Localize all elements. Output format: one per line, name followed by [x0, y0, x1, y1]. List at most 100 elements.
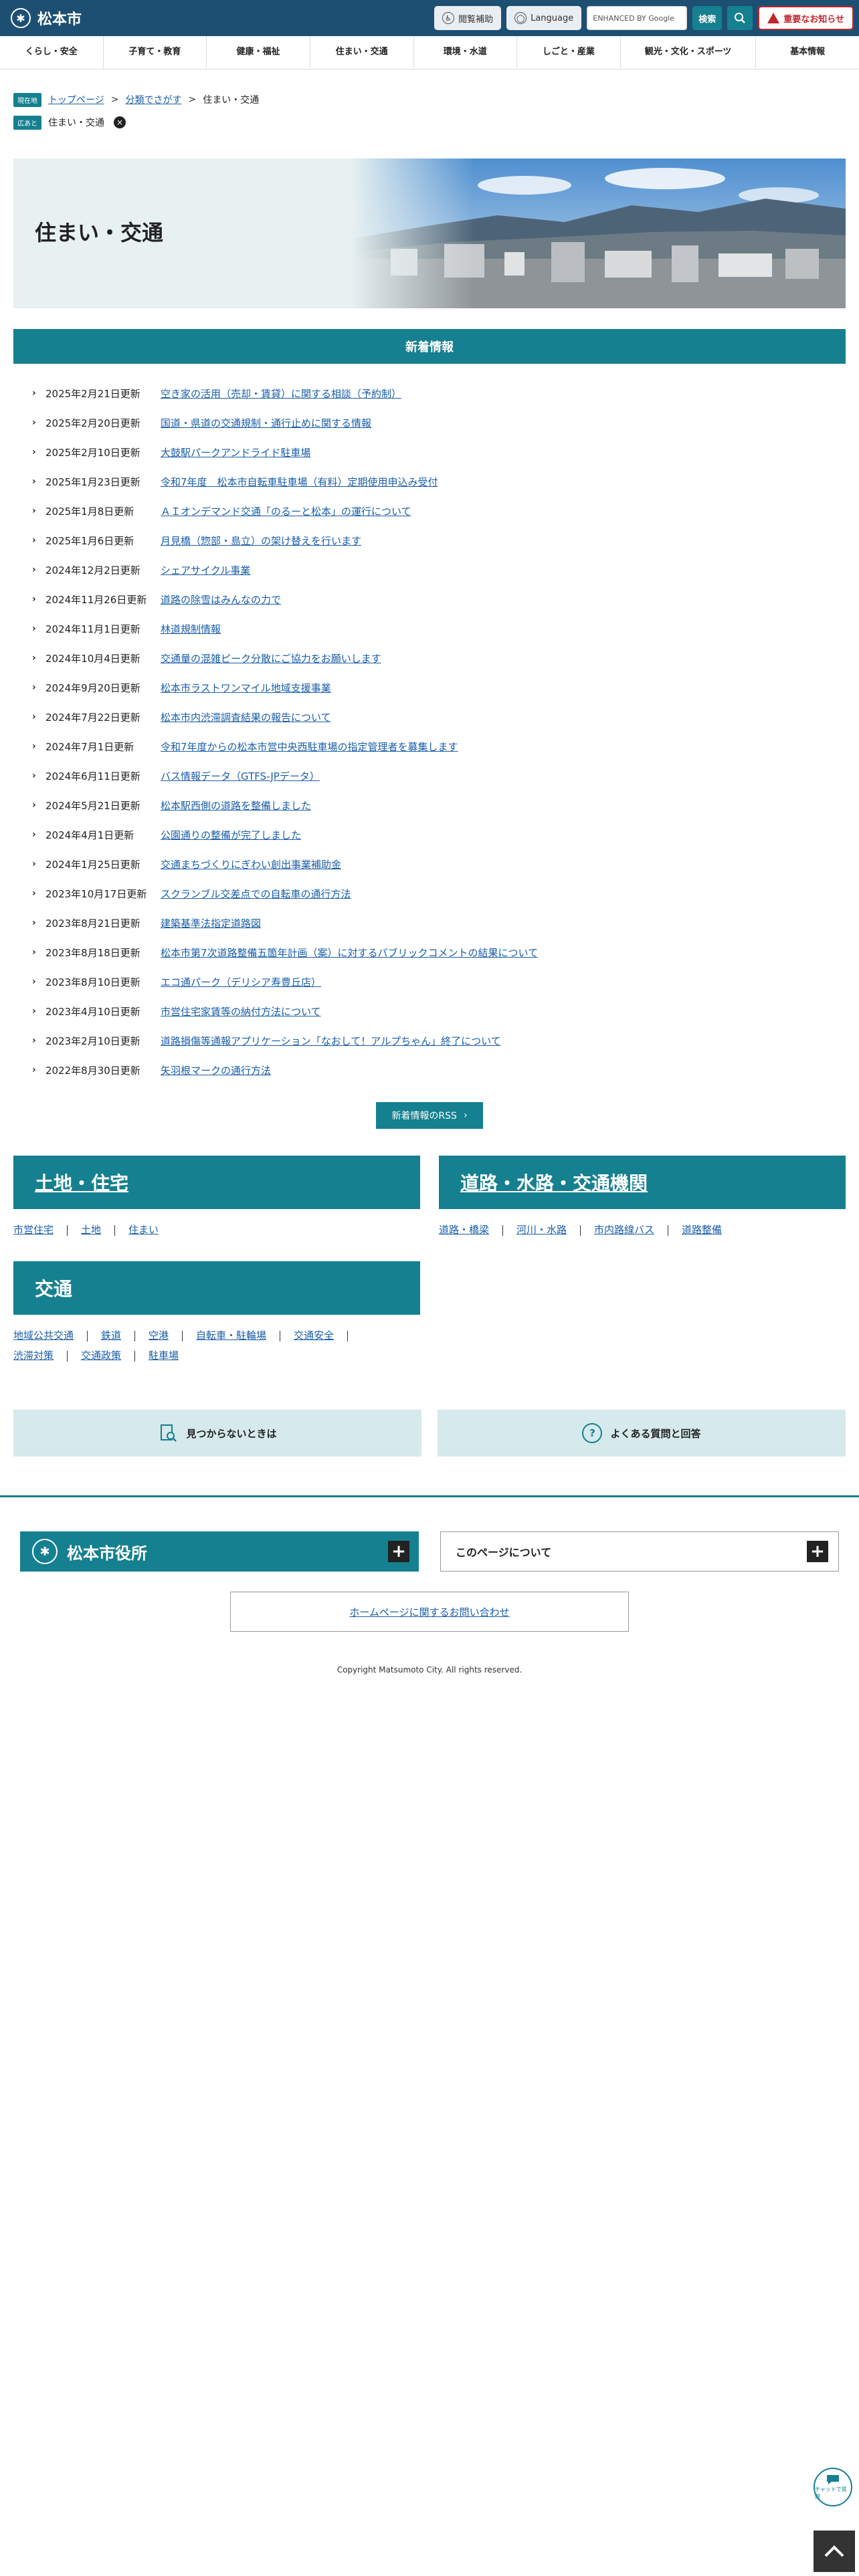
news-link[interactable]: バス情報データ（GTFS-JPデータ）	[161, 769, 320, 783]
footer-divider	[0, 1495, 859, 1497]
category-heading-roads[interactable]: 道路・水路・交通機関	[439, 1156, 846, 1209]
category-links-row: 地域公共交通 鉄道 空港 自転車・駐輪場 交通安全	[13, 1325, 361, 1346]
city-office-accordion[interactable]: ✱ 松本市役所	[20, 1531, 419, 1572]
category-link[interactable]: 駐車場	[149, 1350, 179, 1362]
nav-item-work[interactable]: しごと・産業	[517, 36, 621, 69]
category-heading-traffic[interactable]: 交通	[13, 1261, 420, 1315]
category-link[interactable]: 地域公共交通	[13, 1329, 74, 1341]
close-icon[interactable]: ×	[114, 116, 126, 128]
nav-item-housing[interactable]: 住まい・交通	[310, 36, 414, 69]
city-landscape-image	[351, 158, 846, 308]
language-button[interactable]: ◯ Language	[506, 6, 582, 30]
category-link[interactable]: 土地	[81, 1224, 101, 1236]
news-link[interactable]: シェアサイクル事業	[161, 563, 250, 577]
accessibility-icon: ♿	[442, 12, 455, 24]
list-item: › 2025年2月21日更新 空き家の活用（売却・賃貸）に関する相談（予約制）	[32, 379, 835, 408]
category-link[interactable]: 空港	[149, 1329, 169, 1341]
list-item: › 2025年1月6日更新 月見橋（惣部・島立）の架け替えを行います	[32, 526, 835, 555]
category-link[interactable]: 渋滞対策	[13, 1350, 54, 1362]
category-link[interactable]: 交通政策	[81, 1350, 121, 1362]
news-link[interactable]: スクランブル交差点での自転車の通行方法	[161, 887, 351, 901]
news-link[interactable]: 空き家の活用（売却・賃貸）に関する相談（予約制）	[161, 387, 401, 401]
filter-value: 住まい・交通	[48, 118, 104, 128]
news-link[interactable]: 松本駅西側の道路を整備しました	[161, 798, 311, 813]
nav-item-tourism-label: 観光・文化・スポーツ	[644, 47, 732, 58]
search-icon-button[interactable]	[727, 6, 753, 30]
news-link[interactable]: 大鼓駅パークアンドライド駐車場	[161, 445, 310, 459]
list-item: › 2023年4月10日更新 市営住宅家賃等の納付方法について	[32, 996, 835, 1026]
about-page-accordion[interactable]: このページについて	[440, 1531, 839, 1572]
category-link[interactable]: 自転車・駐輪場	[196, 1329, 266, 1341]
nav-item-childcare[interactable]: 子育て・教育	[104, 36, 207, 69]
plus-icon[interactable]: +	[388, 1541, 409, 1562]
news-link[interactable]: ＡＩオンデマンド交通「のるーと松本」の運行について	[161, 504, 411, 518]
news-link[interactable]: 月見橋（惣部・島立）の架け替えを行います	[161, 534, 361, 548]
news-link[interactable]: エコ通パーク（デリシア寿豊丘店）	[161, 975, 321, 989]
breadcrumb-link-top[interactable]: トップページ	[48, 93, 104, 106]
chat-button[interactable]: チャットで質問	[814, 2468, 852, 2506]
news-link[interactable]: 林道規制情報	[161, 622, 221, 636]
category-link[interactable]: 交通安全	[294, 1329, 334, 1341]
news-link[interactable]: 令和7年度からの松本市営中央西駐車場の指定管理者を募集します	[161, 740, 458, 754]
news-link[interactable]: 公園通りの整備が完了しました	[161, 828, 301, 842]
news-link[interactable]: 矢羽根マークの通行方法	[161, 1063, 271, 1077]
news-date: 2025年1月6日更新	[45, 534, 134, 547]
category-link[interactable]: 住まい	[128, 1224, 159, 1236]
site-header: ✱ 松本市 ♿ 閲覧補助 ◯ Language ENHANCED BY Goog…	[0, 0, 859, 36]
category-link[interactable]: 市営住宅	[13, 1224, 54, 1236]
site-name: 松本市	[37, 11, 82, 28]
list-item: › 2024年11月1日更新 林道規制情報	[32, 614, 835, 643]
news-link[interactable]: 交通量の混雑ピーク分散にご協力をお願いします	[161, 651, 381, 665]
not-found-button[interactable]: 見つからないときは	[13, 1410, 421, 1457]
chevron-right-icon: ›	[32, 800, 36, 811]
back-to-top-button[interactable]	[814, 2531, 855, 2572]
nav-item-tourism[interactable]: 観光・文化・スポーツ	[621, 36, 757, 69]
news-link[interactable]: 松本市第7次道路整備五箇年計画（案）に対するパブリックコメントの結果について	[161, 946, 538, 960]
breadcrumb-link-category[interactable]: 分類でさがす	[125, 93, 181, 106]
nav-item-environment[interactable]: 環境・水道	[414, 36, 518, 69]
news-date: 2025年2月20日更新	[45, 417, 140, 429]
chevron-right-icon: ›	[32, 476, 36, 487]
news-date: 2023年8月10日更新	[45, 976, 140, 988]
faq-button[interactable]: ? よくある質問と回答	[438, 1410, 846, 1457]
category-link[interactable]: 道路整備	[682, 1224, 722, 1236]
page-title: 住まい・交通	[35, 220, 164, 245]
news-date: 2025年2月10日更新	[45, 446, 140, 459]
news-link[interactable]: 交通まちづくりにぎわい創出事業補助金	[161, 857, 341, 871]
category-link[interactable]: 市内路線バス	[594, 1224, 654, 1236]
category-link[interactable]: 鉄道	[101, 1329, 121, 1341]
news-link[interactable]: 道路損傷等通報アプリケーション「なおして！アルプちゃん」終了について	[161, 1034, 501, 1048]
search-input[interactable]: ENHANCED BY Google	[587, 6, 688, 30]
chevron-right-icon: ›	[32, 976, 36, 987]
nav-item-health[interactable]: 健康・福祉	[207, 36, 310, 69]
category-link[interactable]: 道路・橋梁	[439, 1224, 489, 1236]
news-link[interactable]: 国道・県道の交通規制・通行止めに関する情報	[161, 416, 371, 430]
plus-icon[interactable]: +	[807, 1541, 828, 1562]
nav-item-living-safety[interactable]: くらし・安全	[0, 36, 104, 69]
category-links-roads: 道路・橋梁 河川・水路 市内路線バス 道路整備	[439, 1220, 722, 1240]
news-link[interactable]: 道路の除雪はみんなの力で	[161, 593, 281, 607]
contact-box: ホームページに関するお問い合わせ	[230, 1592, 629, 1632]
news-date: 2023年8月21日更新	[45, 917, 140, 930]
important-notice-button[interactable]: 重要なお知らせ	[758, 6, 854, 30]
chevron-right-icon: ›	[32, 535, 36, 546]
search-placeholder: ENHANCED BY Google	[593, 13, 675, 23]
news-link[interactable]: 市営住宅家賃等の納付方法について	[161, 1004, 321, 1018]
contact-link[interactable]: ホームページに関するお問い合わせ	[349, 1605, 509, 1619]
search-button[interactable]: 検索	[692, 6, 723, 30]
news-rss-button[interactable]: 新着情報のRSS ›	[376, 1102, 483, 1129]
news-link[interactable]: 松本市内渋滞調査結果の報告について	[161, 710, 331, 724]
news-date: 2025年1月23日更新	[45, 475, 140, 488]
site-logo[interactable]: ✱ 松本市	[11, 8, 82, 28]
news-link[interactable]: 松本市ラストワンマイル地域支援事業	[161, 681, 331, 695]
category-link[interactable]: 河川・水路	[516, 1224, 567, 1236]
important-notice-label: 重要なお知らせ	[783, 14, 844, 25]
link-divider	[502, 1224, 504, 1236]
news-link[interactable]: 建築基準法指定道路図	[161, 916, 261, 930]
category-heading-land[interactable]: 土地・住宅	[13, 1156, 420, 1209]
news-link[interactable]: 令和7年度 松本市自転車駐車場（有料）定期使用申込み受付	[161, 475, 438, 489]
chevron-right-icon: ›	[32, 417, 36, 428]
nav-item-basic-info[interactable]: 基本情報	[756, 36, 859, 69]
news-date: 2024年5月21日更新	[45, 799, 140, 812]
reading-aid-button[interactable]: ♿ 閲覧補助	[434, 6, 502, 30]
